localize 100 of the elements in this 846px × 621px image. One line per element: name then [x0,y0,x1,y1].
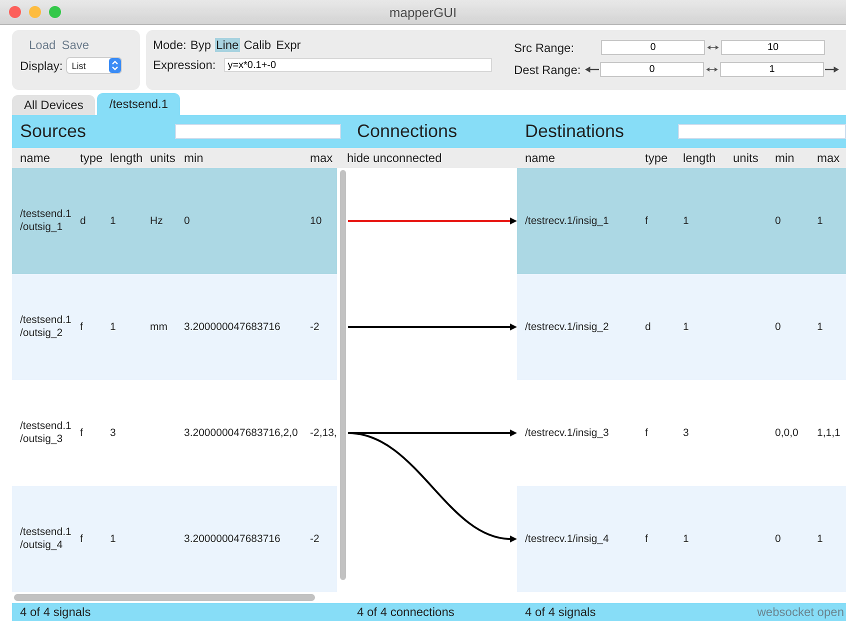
src-range-label: Src Range: [514,40,576,54]
table-cell-text: f [645,533,649,545]
column-header[interactable]: units [150,151,184,165]
table-cell-text: 0 [775,215,782,227]
connection-arrow[interactable] [348,218,517,224]
close-button[interactable] [9,6,21,18]
table-cell-text: d [80,215,87,227]
column-header[interactable]: type [80,151,110,165]
table-cell-text: 0 [775,533,782,545]
table-cell-text: 3 [110,427,117,439]
mode-label: Mode: [153,38,186,52]
destinations-filter-field[interactable] [678,124,846,139]
device-tab[interactable]: /testsend.1 [97,93,180,115]
signal-name: /testsend.1/outsig_4 [20,526,72,552]
right-arrow-icon[interactable] [825,66,839,73]
src-max-field[interactable]: 10 [721,40,825,55]
minimize-button[interactable] [29,6,41,18]
mode-option[interactable]: Expr [275,38,302,52]
zoom-button[interactable] [49,6,61,18]
column-header[interactable]: name [525,151,645,165]
table-cell: -2,13, [310,427,337,439]
table-cell-text: 0 [184,215,191,227]
window-title: mapperGUI [389,4,457,20]
table-cell-text: 1,1,1 [817,427,842,439]
table-cell-text: f [645,427,649,439]
mode-option[interactable]: Line [215,38,240,52]
connection-status: websocket open [757,605,845,619]
table-cell-text: -2 [310,321,320,333]
table-cell-text: f [645,215,649,227]
table-cell-text: 1 [683,533,690,545]
table-cell-text: 1 [110,321,117,333]
table-cell-text: 1 [817,533,824,545]
sources-filter-field[interactable] [175,124,341,139]
double-arrow-icon [706,67,718,72]
table-cell-text: Hz [150,215,164,227]
src-min-field[interactable]: 0 [601,40,705,55]
signal-name: /testsend.1/outsig_1 [20,208,72,234]
connection-arrow[interactable] [348,324,517,330]
vertical-scrollbar[interactable] [340,170,346,580]
expression-field[interactable]: y=x*0.1+-0 [224,58,492,72]
table-cell-text: 3.200000047683716,2,0 [184,427,299,439]
dest-min-field[interactable]: 0 [600,62,704,77]
horizontal-scrollbar[interactable] [14,594,315,601]
double-arrow-icon [707,45,719,50]
signal-name: /testrecv.1/insig_3 [525,427,610,439]
destination-row[interactable]: /testrecv.1/insig_1 f 1 0 1 [517,168,846,274]
column-header[interactable]: min [184,151,310,165]
device-tab[interactable]: All Devices [12,95,96,115]
destinations-count: 4 of 4 signals [525,605,597,619]
destination-row[interactable]: /testrecv.1/insig_2 d 1 0 1 [517,274,846,380]
column-header[interactable]: length [110,151,150,165]
left-arrow-icon[interactable] [585,66,599,73]
connection-arrow[interactable] [348,432,517,542]
column-header[interactable]: name [20,151,80,165]
signal-name: /testrecv.1/insig_1 [525,215,610,227]
table-cell-text: 1 [683,215,690,227]
stepper-icon [108,58,121,73]
table-cell-text: 3.200000047683716 [184,321,282,333]
table-cell-text: f [80,321,84,333]
dest-range-label: Dest Range: [514,62,582,76]
hide-unconnected-toggle[interactable]: hide unconnected [347,151,442,165]
table-cell-text: -2 [310,533,320,545]
signal-name: /testrecv.1/insig_2 [525,321,610,333]
display-select[interactable]: List [66,58,121,73]
table-cell-text: f [80,533,84,545]
dest-max-field[interactable]: 1 [720,62,824,77]
connections-count: 4 of 4 connections [357,605,456,619]
table-cell-text: 10 [310,215,323,227]
table-cell-text: 0 [775,321,782,333]
mode-option[interactable]: Calib [242,38,272,52]
destinations-title: Destinations [525,121,624,142]
signal-name: /testrecv.1/insig_4 [525,533,610,545]
table-cell-text: 1 [817,321,824,333]
file-action-button[interactable]: Save [62,38,90,52]
signal-name: /testsend.1/outsig_2 [20,314,72,340]
column-header[interactable]: type [645,151,683,165]
destination-row[interactable]: /testrecv.1/insig_4 f 1 0 1 [517,486,846,592]
mode-option[interactable]: Byp [189,38,212,52]
display-label: Display: [20,58,63,72]
column-header[interactable]: units [733,151,775,165]
sources-title: Sources [20,121,86,142]
table-cell-text: 1 [817,215,824,227]
column-header[interactable]: min [775,151,817,165]
column-header[interactable]: max [817,151,846,165]
table-cell-text: 3 [683,427,690,439]
connections-title: Connections [357,121,458,141]
column-header[interactable]: max [310,151,337,165]
table-cell-text: 1 [110,215,117,227]
table-cell-text: mm [150,321,168,333]
table-cell-text: d [645,321,652,333]
column-header[interactable]: length [683,151,733,165]
table-cell-text: 3.200000047683716 [184,533,282,545]
table-cell-text: 1 [110,533,117,545]
table-cell-text: 0,0,0 [775,427,800,439]
file-action-button[interactable]: Load [29,38,56,52]
table-cell-text: 1 [683,321,690,333]
expression-label: Expression: [153,58,216,72]
signal-name: /testsend.1/outsig_3 [20,420,72,446]
sources-count: 4 of 4 signals [19,605,92,619]
table-cell-text: f [80,427,84,439]
